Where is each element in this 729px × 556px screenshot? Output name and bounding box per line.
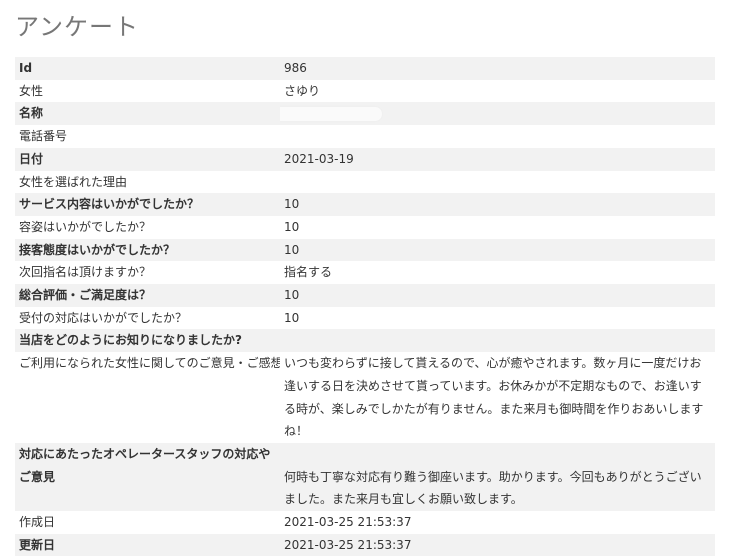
- row-value: 986: [280, 57, 715, 80]
- row-opinion: ご利用になられた女性に関してのご意見・ご感想 いつも変わらずに接して貰えるので、…: [15, 352, 715, 443]
- row-value: 10: [280, 284, 715, 307]
- row-value: 2021-03-19: [280, 147, 715, 171]
- row-value: いつも変わらずに接して貰えるので、心が癒やされます。数ヶ月に一度だけお逢いする日…: [284, 356, 704, 439]
- row-label: 女性を選ばれた理由: [19, 174, 128, 189]
- row-label: 容姿はいかがでしたか？: [19, 219, 152, 234]
- row-value: 10: [280, 193, 715, 216]
- survey-detail-table: Id 986 女性 さゆり 名称 電話番号 日付 2021-03-19 女性を選…: [15, 57, 715, 556]
- row-attitude: 接客態度はいかがでしたか？ 10: [15, 238, 715, 262]
- row-value: 10: [280, 238, 715, 262]
- redacted-name-mask: [280, 106, 382, 121]
- row-label: サービス内容はいかがでしたか？: [15, 193, 280, 216]
- row-value: さゆり: [284, 83, 321, 98]
- row-value: 何時も丁寧な対応有り難う御座います。助かります。今回もありがとうございました。ま…: [280, 442, 715, 512]
- row-label: 女性: [19, 83, 44, 98]
- row-how-found: 当店をどのようにお知りになりましたか?: [15, 329, 715, 353]
- row-label: 次回指名は頂けますか？: [19, 265, 152, 280]
- row-label: 総合評価・ご満足度は？: [15, 284, 280, 307]
- row-value: [280, 102, 715, 126]
- row-reason: 女性を選ばれた理由: [15, 171, 715, 194]
- row-overall: 総合評価・ご満足度は？ 10: [15, 284, 715, 307]
- row-operator: 対応にあたったオペレータースタッフの対応やご意見 何時も丁寧な対応有り難う御座い…: [15, 442, 715, 512]
- row-id: Id 986: [15, 57, 715, 80]
- row-name: 名称: [15, 102, 715, 126]
- row-label: 更新日: [15, 533, 280, 556]
- row-value: 2021-03-25 21:53:37: [284, 515, 412, 530]
- row-label: 作成日: [19, 515, 56, 530]
- row-phone: 電話番号: [15, 125, 715, 148]
- row-created: 作成日 2021-03-25 21:53:37: [15, 511, 715, 534]
- row-woman: 女性 さゆり: [15, 80, 715, 103]
- row-value: [280, 171, 715, 194]
- row-label: 電話番号: [19, 129, 68, 144]
- row-date: 日付 2021-03-19: [15, 147, 715, 171]
- row-value: 指名する: [284, 265, 333, 280]
- row-label: ご利用になられた女性に関してのご意見・ご感想: [19, 356, 280, 371]
- row-label: 日付: [15, 147, 280, 171]
- row-appearance: 容姿はいかがでしたか？ 10: [15, 216, 715, 239]
- row-service: サービス内容はいかがでしたか？ 10: [15, 193, 715, 216]
- row-value: [280, 125, 715, 148]
- row-reception: 受付の対応はいかがでしたか？ 10: [15, 307, 715, 330]
- row-updated: 更新日 2021-03-25 21:53:37: [15, 533, 715, 556]
- row-label: 受付の対応はいかがでしたか？: [19, 310, 188, 325]
- row-value: 10: [284, 310, 300, 325]
- row-label: 当店をどのようにお知りになりましたか?: [15, 329, 715, 353]
- row-label: Id: [15, 57, 280, 80]
- row-value: 2021-03-25 21:53:37: [280, 533, 715, 556]
- row-label: 対応にあたったオペレータースタッフの対応やご意見: [15, 442, 280, 512]
- row-label: 接客態度はいかがでしたか？: [15, 238, 280, 262]
- page-title: アンケート: [15, 13, 140, 41]
- row-next-nomination: 次回指名は頂けますか？ 指名する: [15, 261, 715, 284]
- row-label: 名称: [15, 102, 280, 126]
- row-value: 10: [284, 219, 300, 234]
